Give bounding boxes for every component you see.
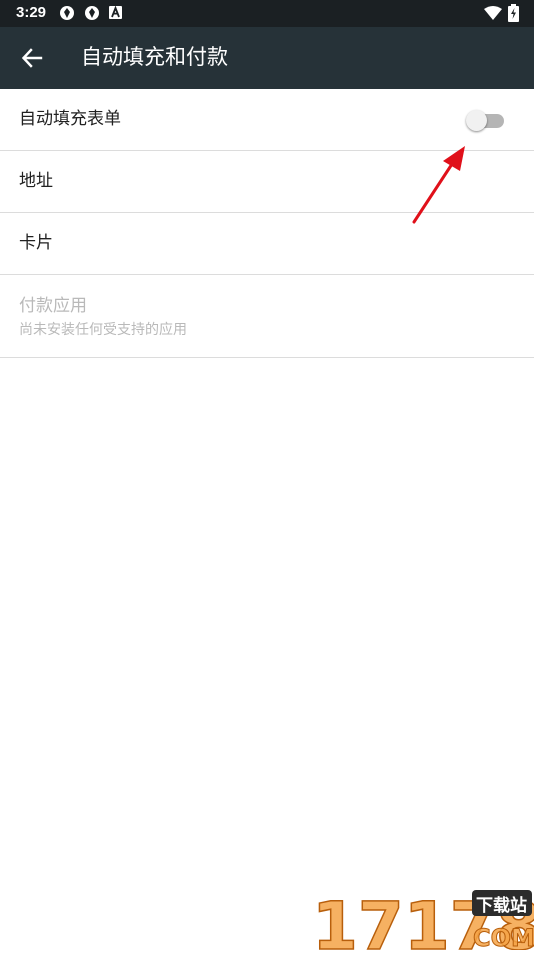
wifi-icon xyxy=(484,6,502,20)
watermark: 17178 下载站 COM xyxy=(311,886,534,954)
payment-apps-item: 付款应用 尚未安装任何受支持的应用 xyxy=(0,275,534,358)
preference-list: 自动填充表单 地址 卡片 付款应用 尚未安装任何受支持的应用 xyxy=(0,89,534,358)
watermark-domain: COM xyxy=(473,924,534,950)
aperture-icon xyxy=(60,6,74,20)
status-time: 3:29 xyxy=(16,4,47,21)
addresses-item[interactable]: 地址 xyxy=(0,151,534,213)
toggle-thumb xyxy=(466,110,487,131)
status-bar: 3:29 xyxy=(0,0,534,27)
aperture-icon xyxy=(85,6,99,20)
addresses-label: 地址 xyxy=(19,171,53,191)
a-badge-icon xyxy=(109,6,122,19)
autofill-forms-label: 自动填充表单 xyxy=(19,109,121,129)
app-bar: 自动填充和付款 xyxy=(0,27,534,89)
autofill-forms-toggle[interactable] xyxy=(466,109,506,131)
arrow-left-icon xyxy=(21,48,43,68)
autofill-forms-item[interactable]: 自动填充表单 xyxy=(0,89,534,151)
payment-apps-summary: 尚未安装任何受支持的应用 xyxy=(19,322,187,338)
battery-charging-icon xyxy=(508,4,519,22)
payment-apps-label: 付款应用 xyxy=(19,296,87,316)
back-button[interactable] xyxy=(14,40,50,76)
page-title: 自动填充和付款 xyxy=(81,45,228,69)
cards-item[interactable]: 卡片 xyxy=(0,213,534,275)
watermark-tag: 下载站 xyxy=(476,895,527,916)
cards-label: 卡片 xyxy=(19,233,53,253)
